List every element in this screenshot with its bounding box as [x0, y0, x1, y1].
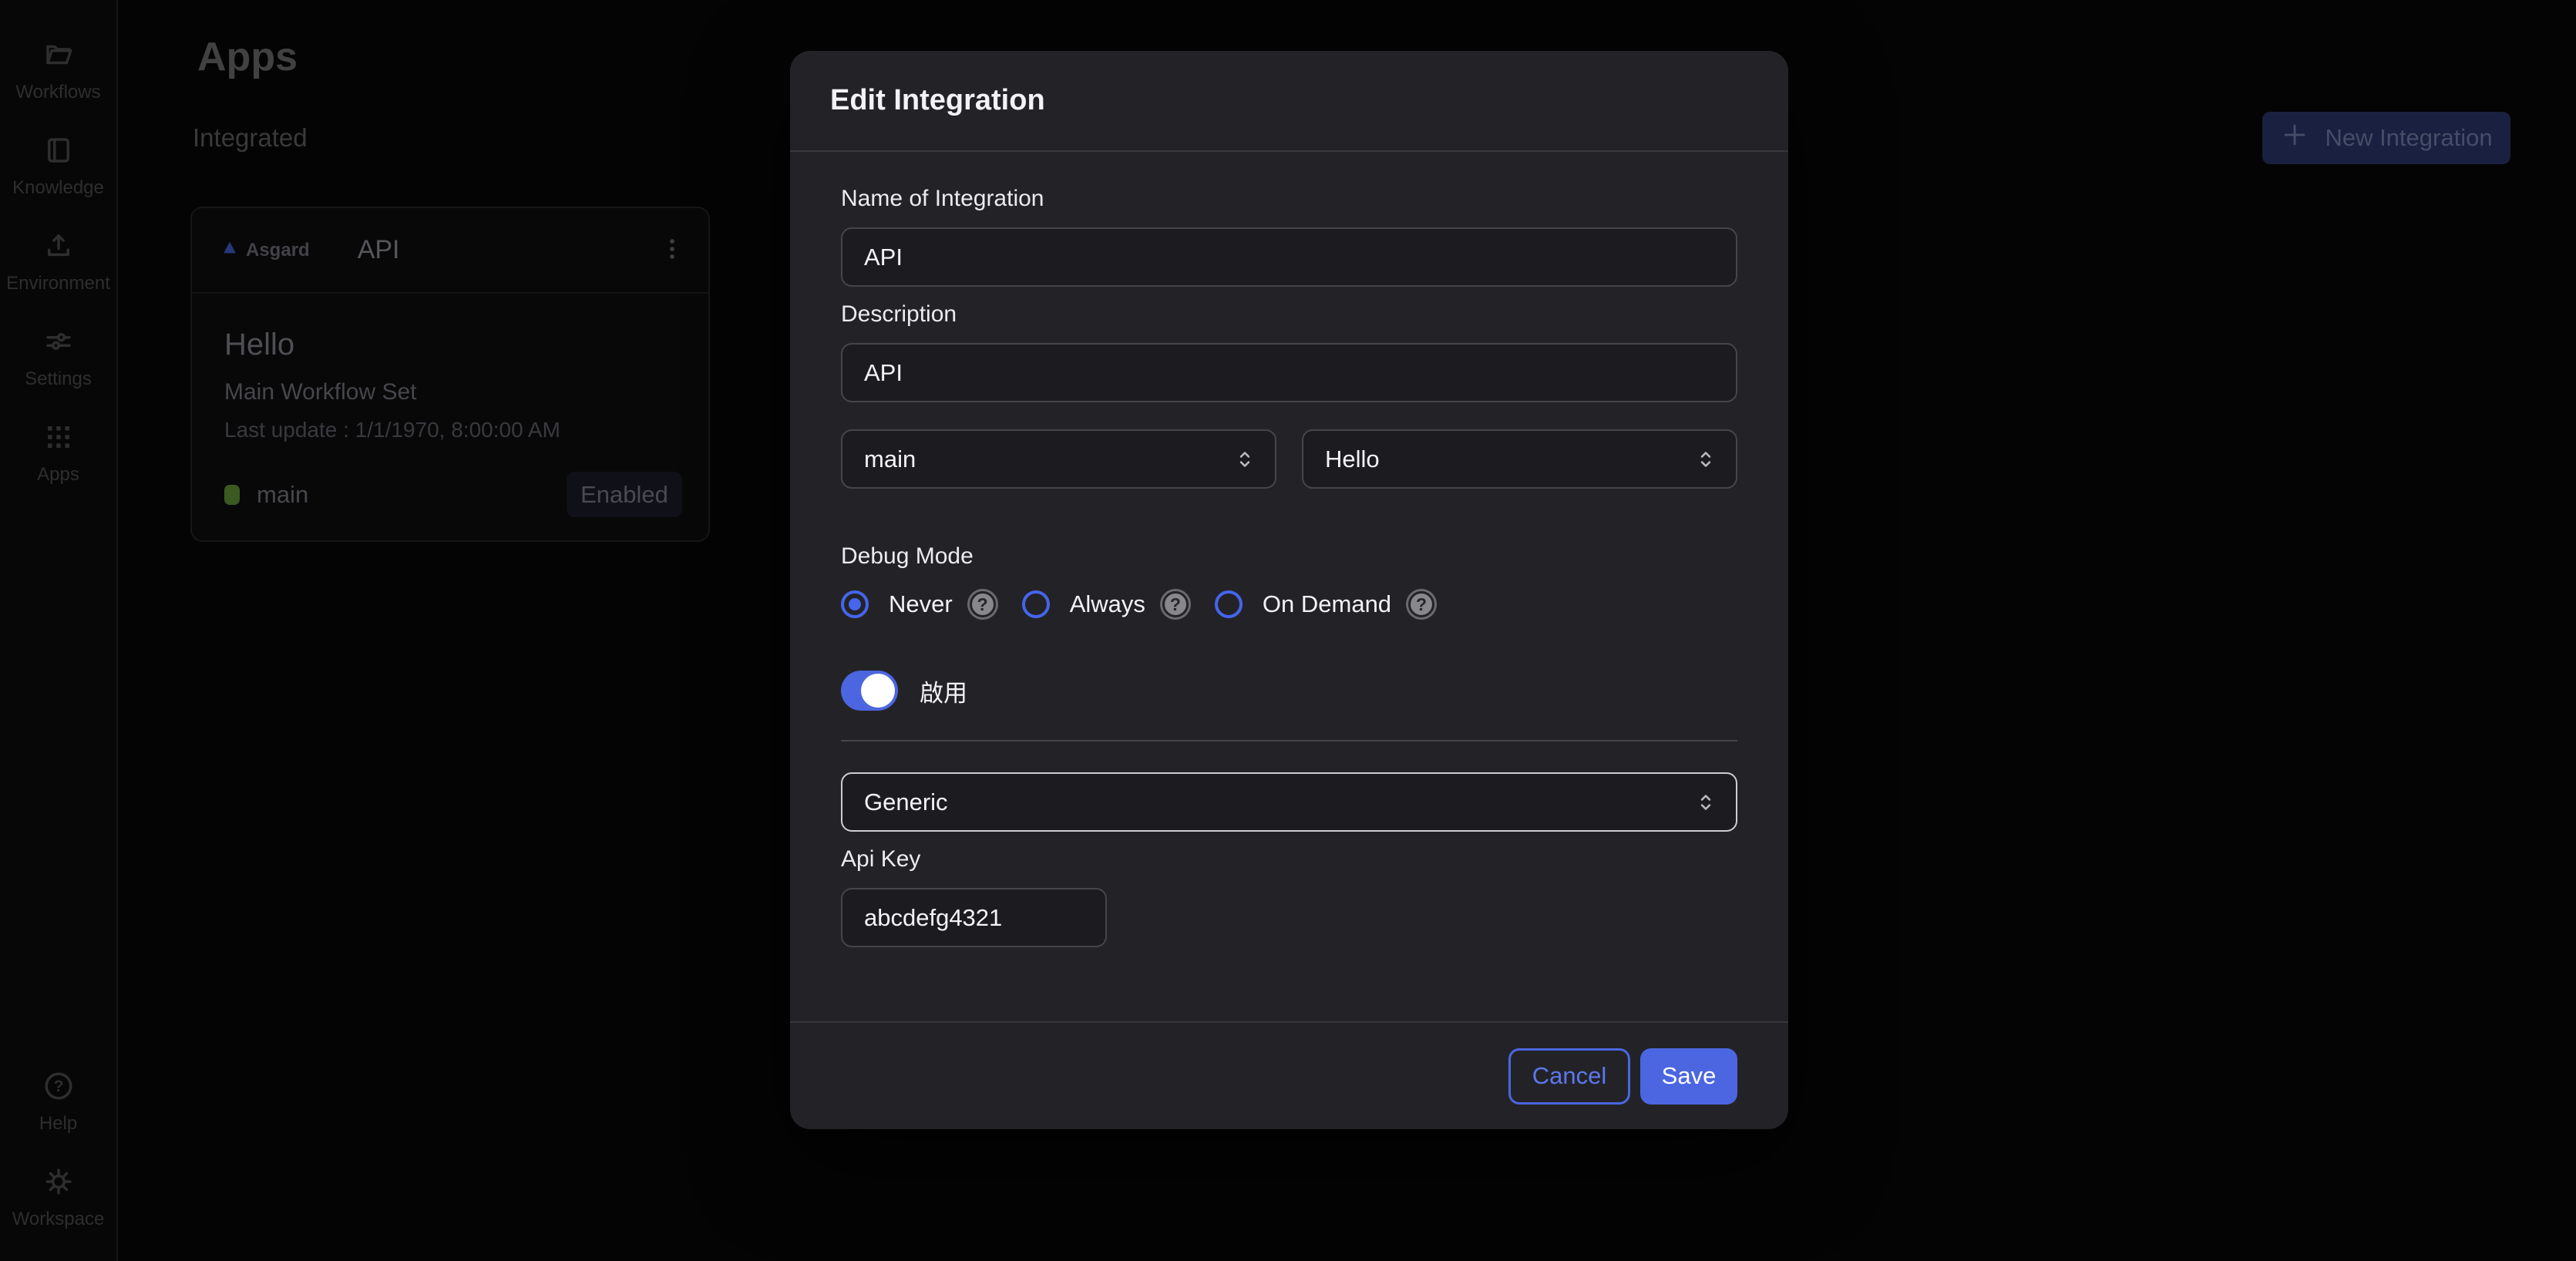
- workflow-name: Hello: [224, 328, 678, 362]
- section-divider: [841, 740, 1737, 741]
- kebab-icon: [659, 253, 685, 264]
- sidebar-item-apps[interactable]: Apps: [0, 421, 116, 486]
- toggle-knob: [861, 674, 895, 708]
- brand-name: Asgard: [246, 240, 310, 261]
- name-field-label: Name of Integration: [841, 185, 1737, 213]
- type-select-value: Generic: [864, 789, 948, 816]
- help-icon[interactable]: ?: [1408, 591, 1434, 617]
- plus-icon: [2280, 120, 2309, 156]
- sidebar-item-workspace[interactable]: Workspace: [0, 1165, 116, 1230]
- section-label: Integrated: [193, 123, 308, 153]
- enable-toggle[interactable]: [841, 671, 898, 711]
- sidebar-label: Environment: [6, 273, 110, 294]
- select-row: main Hello: [841, 429, 1737, 489]
- sidebar-label: Knowledge: [12, 177, 104, 199]
- new-integration-button[interactable]: New Integration: [2262, 112, 2510, 164]
- radio-on-demand[interactable]: [1215, 590, 1243, 618]
- sidebar: Workflows Knowledge Environment Settings…: [0, 0, 118, 1261]
- radio-always-label: Always: [1070, 590, 1145, 618]
- workflow-subtitle: Main Workflow Set: [224, 379, 678, 405]
- asgard-logo-icon: [221, 239, 238, 261]
- upload-icon: [42, 230, 75, 266]
- save-button[interactable]: Save: [1640, 1048, 1737, 1105]
- debug-mode-radio-group: Never ? Always ? On Demand ?: [841, 587, 1737, 621]
- integration-card-body: Hello Main Workflow Set Last update : 1/…: [192, 294, 708, 442]
- branch-status-dot: [224, 485, 240, 505]
- gear-icon: [42, 1165, 75, 1202]
- integration-card: Asgard API Hello Main Workflow Set Last …: [190, 207, 710, 542]
- chevron-up-down-icon: [1693, 446, 1719, 472]
- svg-text:?: ?: [53, 1078, 63, 1095]
- workflow-select[interactable]: Hello: [1302, 429, 1737, 489]
- page-title: Apps: [197, 34, 298, 80]
- radio-never-label: Never: [889, 590, 953, 618]
- radio-never[interactable]: [841, 590, 869, 618]
- help-icon[interactable]: ?: [1162, 591, 1189, 617]
- modal-body: Name of Integration Description main Hel…: [790, 152, 1788, 1021]
- enabled-button[interactable]: Enabled: [567, 472, 682, 517]
- type-select[interactable]: Generic: [841, 772, 1737, 832]
- integration-name: API: [358, 235, 400, 265]
- sliders-icon: [42, 325, 75, 361]
- branch-select-value: main: [864, 446, 916, 473]
- api-key-input[interactable]: [841, 888, 1107, 947]
- radio-dot: [849, 598, 861, 610]
- description-input[interactable]: [841, 343, 1737, 402]
- modal-title: Edit Integration: [830, 84, 1045, 117]
- sidebar-label: Workflows: [15, 82, 100, 103]
- name-input[interactable]: [841, 227, 1737, 287]
- radio-always[interactable]: [1022, 590, 1050, 618]
- help-icon[interactable]: ?: [970, 591, 996, 617]
- enable-toggle-label: 啟用: [920, 674, 967, 708]
- api-key-label: Api Key: [841, 846, 1737, 873]
- integration-card-footer: main Enabled: [224, 472, 682, 517]
- brand-badge: Asgard: [221, 239, 310, 261]
- sidebar-item-workflows[interactable]: Workflows: [0, 39, 116, 103]
- sidebar-label: Workspace: [12, 1209, 105, 1230]
- cancel-button[interactable]: Cancel: [1508, 1048, 1630, 1105]
- last-update: Last update : 1/1/1970, 8:00:00 AM: [224, 418, 678, 442]
- folder-icon: [42, 39, 75, 75]
- sidebar-item-environment[interactable]: Environment: [0, 230, 116, 294]
- help-circle-icon: ?: [42, 1070, 75, 1106]
- sidebar-item-knowledge[interactable]: Knowledge: [0, 134, 116, 199]
- radio-on-demand-label: On Demand: [1263, 590, 1391, 618]
- sidebar-label: Settings: [25, 368, 92, 390]
- branch-select[interactable]: main: [841, 429, 1276, 489]
- chevron-up-down-icon: [1232, 446, 1258, 472]
- grid-icon: [42, 421, 75, 457]
- integration-card-header: Asgard API: [192, 208, 708, 294]
- edit-integration-modal: Edit Integration Name of Integration Des…: [790, 51, 1788, 1129]
- debug-mode-label: Debug Mode: [841, 543, 1737, 570]
- sidebar-item-settings[interactable]: Settings: [0, 325, 116, 390]
- modal-header: Edit Integration: [790, 51, 1788, 152]
- chevron-up-down-icon: [1693, 789, 1719, 815]
- new-integration-label: New Integration: [2325, 124, 2492, 152]
- sidebar-label: Apps: [37, 464, 79, 486]
- modal-footer: Cancel Save: [790, 1021, 1788, 1129]
- book-icon: [42, 134, 75, 170]
- branch-name: main: [257, 481, 308, 509]
- description-field-label: Description: [841, 301, 1737, 328]
- sidebar-label: Help: [39, 1113, 77, 1135]
- workflow-select-value: Hello: [1325, 446, 1380, 473]
- enable-toggle-row: 啟用: [841, 671, 1737, 711]
- card-menu-button[interactable]: [659, 236, 685, 264]
- sidebar-item-help[interactable]: ? Help: [0, 1070, 116, 1135]
